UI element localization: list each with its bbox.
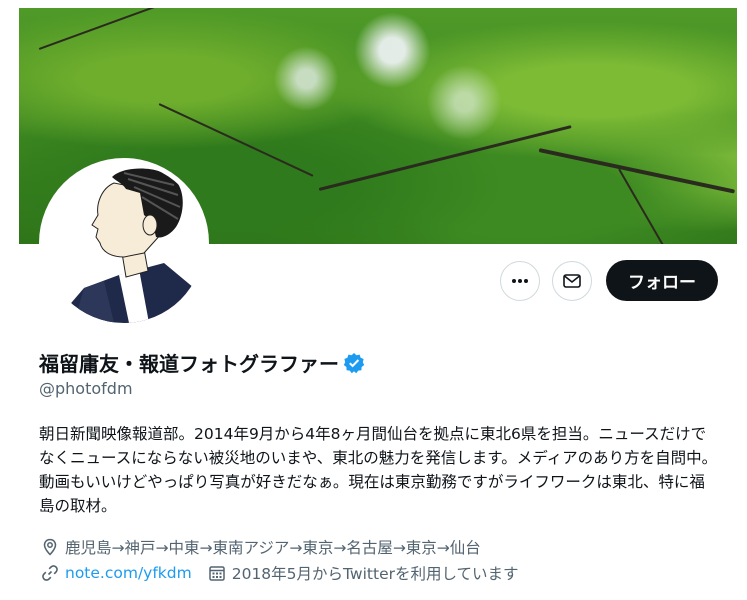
verified-badge-icon[interactable]	[343, 352, 365, 374]
website-link[interactable]: note.com/yfkdm	[65, 564, 192, 582]
display-name-row: 福留庸友・報道フォトグラファー	[39, 348, 365, 377]
envelope-icon	[563, 274, 581, 288]
joined-date: 2018年5月からTwitterを利用しています	[231, 565, 519, 583]
follow-button[interactable]: フォロー	[606, 260, 718, 301]
location-row: 鹿児島→神戸→中東→東南アジア→東京→名古屋→東京→仙台	[39, 536, 481, 558]
calendar-icon	[206, 562, 228, 584]
location-pin-icon	[39, 536, 61, 558]
avatar[interactable]	[39, 158, 209, 328]
banner-branch	[318, 125, 572, 191]
meta-row: note.com/yfkdm 2018年5月からTwitterを利用しています	[39, 562, 519, 584]
message-button[interactable]	[552, 261, 592, 301]
avatar-illustration	[44, 163, 204, 323]
banner-branch	[38, 8, 171, 50]
profile-card: フォロー 福留庸友・報道フォトグラファー @photofdm 朝日新聞映像報道部…	[19, 8, 737, 600]
more-options-button[interactable]	[500, 261, 540, 301]
banner-branch	[158, 103, 314, 177]
display-name: 福留庸友・報道フォトグラファー	[39, 352, 339, 376]
link-icon	[39, 562, 61, 584]
profile-bio: 朝日新聞映像報道部。2014年9月から4年8ヶ月間仙台を拠点に東北6県を担当。ニ…	[39, 425, 718, 515]
avatar-image	[44, 163, 204, 323]
more-dots-icon	[512, 279, 528, 283]
banner-branch	[618, 168, 665, 244]
user-handle: @photofdm	[39, 379, 133, 398]
banner-branch	[538, 148, 736, 194]
location-text: 鹿児島→神戸→中東→東南アジア→東京→名古屋→東京→仙台	[65, 539, 481, 557]
